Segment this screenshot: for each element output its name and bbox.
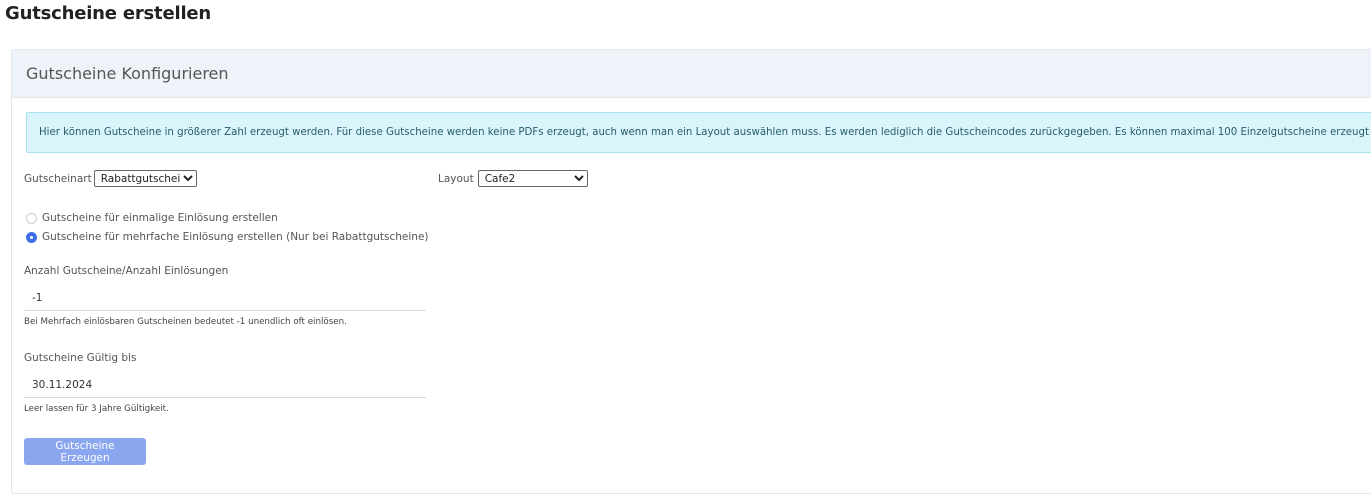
generate-vouchers-button[interactable]: Gutscheine Erzeugen — [24, 438, 146, 465]
card-header: Gutscheine Konfigurieren — [12, 50, 1371, 98]
card-title: Gutscheine Konfigurieren — [26, 64, 229, 83]
voucher-type-select[interactable]: Rabattgutschein — [93, 170, 197, 187]
info-alert: Hier können Gutscheine in größerer Zahl … — [26, 112, 1371, 153]
radio-multi-icon[interactable] — [26, 231, 37, 243]
voucher-config-card: Gutscheine Konfigurieren Hier können Gut… — [11, 49, 1371, 494]
valid-until-help: Leer lassen für 3 Jahre Gültigkeit. — [24, 404, 169, 414]
count-input[interactable]: -1 — [24, 285, 426, 311]
radio-single-icon[interactable] — [26, 212, 37, 224]
count-help: Bei Mehrfach einlösbaren Gutscheinen bed… — [24, 317, 347, 327]
radio-single-label: Gutscheine für einmalige Einlösung erste… — [42, 212, 278, 224]
voucher-type-label: Gutscheinart — [24, 172, 92, 185]
radio-multi-label: Gutscheine für mehrfache Einlösung erste… — [42, 231, 429, 243]
count-value: -1 — [32, 291, 43, 304]
valid-until-label: Gutscheine Gültig bis — [24, 352, 137, 364]
layout-label: Layout — [438, 172, 474, 185]
radio-multi-redemption[interactable]: Gutscheine für mehrfache Einlösung erste… — [26, 231, 429, 243]
count-label: Anzahl Gutscheine/Anzahl Einlösungen — [24, 265, 229, 277]
layout-select[interactable]: Cafe2 — [477, 170, 588, 187]
info-text: Hier können Gutscheine in größerer Zahl … — [39, 127, 1371, 138]
layout-group: Layout Cafe2 — [438, 170, 588, 187]
valid-until-value: 30.11.2024 — [32, 378, 93, 391]
voucher-type-group: Gutscheinart Rabattgutschein — [24, 170, 197, 187]
page-title: Gutscheine erstellen — [5, 3, 212, 24]
valid-until-input[interactable]: 30.11.2024 — [24, 372, 426, 398]
radio-single-redemption[interactable]: Gutscheine für einmalige Einlösung erste… — [26, 212, 278, 224]
